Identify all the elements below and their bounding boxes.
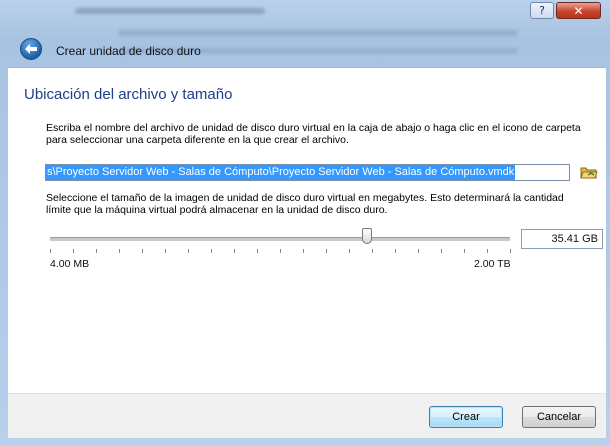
slider-tick (326, 249, 327, 253)
slider-tick (142, 249, 143, 253)
close-button[interactable]: ✕ (556, 2, 601, 19)
slider-tick (349, 249, 350, 253)
back-arrow-icon (25, 44, 37, 54)
slider-tick (464, 249, 465, 253)
button-bar (8, 393, 606, 438)
scale-min-label: 4.00 MB (50, 258, 90, 270)
wizard-title: Crear unidad de disco duro (56, 44, 201, 58)
slider-tick (234, 249, 235, 253)
slider-tick (441, 249, 442, 253)
slider-tick (188, 249, 189, 253)
slider-tick (395, 249, 396, 253)
slider-tick (510, 249, 511, 253)
slider-tick (211, 249, 212, 253)
blurred-title (75, 8, 265, 14)
page-heading: Ubicación del archivo y tamaño (24, 86, 233, 103)
folder-browse-button[interactable] (579, 163, 599, 181)
slider-tick (96, 249, 97, 253)
close-icon: ✕ (573, 3, 584, 18)
size-slider-thumb[interactable] (362, 228, 373, 244)
file-path-input[interactable]: s\Proyecto Servidor Web - Salas de Cómpu… (45, 164, 570, 181)
slider-tick (487, 249, 488, 253)
create-button[interactable]: Crear (429, 406, 503, 428)
blurred-text (118, 30, 518, 36)
slider-tick (73, 249, 74, 253)
help-button[interactable]: ? (530, 2, 554, 19)
slider-tick (280, 249, 281, 253)
scale-max-label: 2.00 TB (474, 258, 511, 270)
slider-tick (372, 249, 373, 253)
slider-tick (119, 249, 120, 253)
slider-tick (418, 249, 419, 253)
dialog-frame: ? ✕ Crear unidad de disco duro Ubicación… (0, 0, 610, 445)
slider-tick (50, 249, 51, 253)
file-description: Escriba el nombre del archivo de unidad … (46, 122, 581, 146)
slider-tick (257, 249, 258, 253)
size-description: Seleccione el tamaño de la imagen de uni… (46, 192, 564, 216)
size-slider[interactable] (50, 237, 510, 242)
slider-tick (165, 249, 166, 253)
back-button[interactable] (20, 38, 42, 60)
size-input[interactable]: 35.41 GB (521, 229, 603, 249)
file-path-text: s\Proyecto Servidor Web - Salas de Cómpu… (46, 165, 516, 180)
slider-tick (303, 249, 304, 253)
help-icon: ? (539, 4, 545, 17)
folder-browse-icon (580, 167, 598, 178)
cancel-button[interactable]: Cancelar (522, 406, 596, 428)
